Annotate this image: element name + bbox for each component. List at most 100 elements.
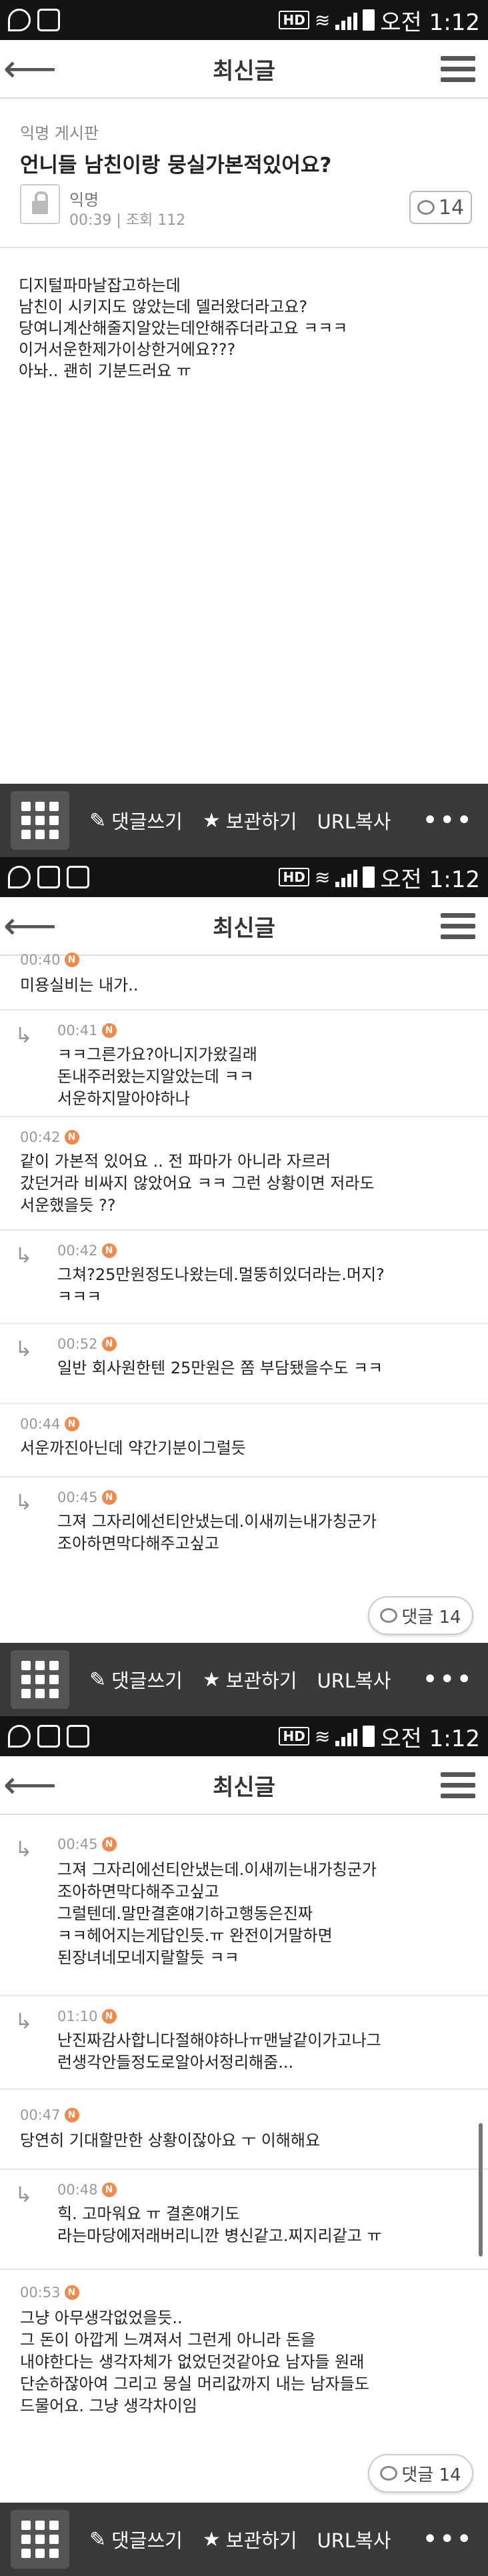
chat-bubble-icon bbox=[380, 1608, 398, 1623]
write-comment-button[interactable]: ✎ 댓글쓰기 bbox=[89, 1666, 183, 1694]
grid-icon[interactable] bbox=[11, 2510, 69, 2569]
hamburger-menu-icon[interactable] bbox=[428, 1756, 488, 1814]
comment-reply: ↳ 00:48 N 힉. 고마워요 ㅠ 결혼얘기도 라는마당에저래버리니깐 병신같… bbox=[0, 2170, 488, 2270]
new-badge: N bbox=[101, 1243, 117, 1258]
back-arrow-icon[interactable]: ⟵ bbox=[0, 39, 60, 98]
new-badge: N bbox=[64, 2108, 79, 2122]
comment-time: 00:41 N bbox=[57, 1023, 117, 1039]
back-arrow-icon[interactable]: ⟵ bbox=[0, 896, 60, 955]
star-icon: ★ bbox=[202, 808, 221, 832]
comment-item: 00:44 N 서운까진아닌데 약간기분이그럴듯 bbox=[0, 1404, 488, 1477]
comment-time: 00:42 N bbox=[20, 1129, 79, 1145]
status-bar: HD ≋ 오전 1:12 bbox=[0, 0, 488, 40]
comment-text: 서운까진아닌데 약간기분이그럴듯 bbox=[20, 1439, 246, 1457]
new-badge: N bbox=[101, 2009, 117, 2024]
comment-time: 01:10 N bbox=[57, 2008, 117, 2024]
url-copy-button[interactable]: URL복사 bbox=[317, 806, 391, 834]
more-options-icon[interactable]: ••• bbox=[422, 1664, 473, 1695]
comment-time: 00:44 N bbox=[20, 1416, 79, 1432]
comment-item: 00:53 N 그냥 아무생각없었을듯.. 그 돈이 아깝게 느껴져서 그런게 아… bbox=[0, 2270, 488, 2443]
grid-icon[interactable] bbox=[11, 1650, 69, 1709]
app-bar: ⟵ 최신글 bbox=[0, 40, 488, 99]
mail-icon bbox=[37, 9, 60, 31]
comment-time: 00:47 N bbox=[20, 2107, 79, 2123]
status-bar: HD ≋ 오전 1:12 bbox=[0, 1716, 488, 1756]
bookmark-button[interactable]: ★ 보관하기 bbox=[203, 806, 297, 834]
page-title: 최신글 bbox=[213, 1774, 275, 1801]
scrollbar-thumb[interactable] bbox=[479, 2123, 483, 2257]
clock: 오전 1:12 bbox=[380, 1725, 480, 1752]
write-comment-button[interactable]: ✎ 댓글쓰기 bbox=[89, 806, 183, 834]
divider bbox=[0, 247, 488, 248]
comment-item: 00:47 N 당연히 기대할만한 상황이잖아요 ㅜ 이해해요 bbox=[0, 2090, 488, 2170]
more-options-icon[interactable]: ••• bbox=[422, 2524, 473, 2555]
battery-icon bbox=[363, 1726, 375, 1747]
pencil-icon: ✎ bbox=[89, 2527, 107, 2551]
screenshot-1: HD ≋ 오전 1:12 ⟵ 최신글 익명 게시판 언니들 남친이랑 뭉실가본적… bbox=[0, 0, 488, 857]
reply-arrow-icon: ↳ bbox=[15, 1336, 33, 1361]
signal-icon bbox=[335, 1726, 358, 1746]
app-bar: ⟵ 최신글 bbox=[0, 897, 488, 956]
reply-arrow-icon: ↳ bbox=[15, 2182, 33, 2207]
comment-item: 00:40 N 미용실비는 내가.. bbox=[0, 952, 488, 1011]
wifi-icon: ≋ bbox=[314, 866, 331, 888]
comment-time: 00:42 N bbox=[57, 1243, 117, 1259]
back-arrow-icon[interactable]: ⟵ bbox=[0, 1756, 60, 1814]
comment-reply: ↳ 00:42 N 그쳐?25만원정도나왔는데.멀뚱히있더라는.머지? ㅋㅋㅋ bbox=[0, 1231, 488, 1324]
comment-count-button[interactable]: 14 bbox=[409, 191, 472, 224]
post-title: 언니들 남친이랑 뭉실가본적있어요? bbox=[20, 153, 332, 177]
battery-icon bbox=[363, 9, 375, 31]
mail-icon bbox=[67, 1725, 89, 1748]
g-app-icon bbox=[8, 1725, 31, 1748]
comment-text: 난진짜감사합니다절해야하나ㅠ맨날같이가고나그 런생각안들정도로알아서정리해줌..… bbox=[57, 2031, 381, 2072]
bookmark-button[interactable]: ★ 보관하기 bbox=[203, 2525, 297, 2553]
clock: 오전 1:12 bbox=[380, 9, 480, 36]
app-bar: ⟵ 최신글 bbox=[0, 1756, 488, 1815]
pencil-icon: ✎ bbox=[89, 1668, 107, 1692]
g-app-icon bbox=[8, 9, 31, 31]
hamburger-menu-icon[interactable] bbox=[428, 896, 488, 955]
chat-bubble-icon bbox=[417, 200, 435, 215]
write-comment-button[interactable]: ✎ 댓글쓰기 bbox=[89, 2525, 183, 2553]
grid-icon[interactable] bbox=[11, 791, 69, 850]
mail-icon bbox=[67, 866, 89, 888]
url-copy-button[interactable]: URL복사 bbox=[317, 1666, 391, 1694]
post-author: 익명 bbox=[69, 191, 99, 209]
comment-time: 00:52 N bbox=[57, 1336, 117, 1352]
comment-count-float-button[interactable]: 댓글 14 bbox=[368, 1596, 473, 1635]
comment-count-float-button[interactable]: 댓글 14 bbox=[368, 2454, 473, 2493]
comment-reply: ↳ 00:41 N ㅋㅋ그른가요?아니지가왔길래 돈내주러왔는지알았는데 ㅋㅋ 서… bbox=[0, 1011, 488, 1117]
status-bar: HD ≋ 오전 1:12 bbox=[0, 857, 488, 897]
screenshot-3: HD ≋ 오전 1:12 ⟵ 최신글 ↳ 00:45 N 그져 그자리에선티안냈는… bbox=[0, 1716, 488, 2576]
comment-text: 일반 회사원한텐 25만원은 쫌 부담됐을수도 ㅋㅋ bbox=[57, 1359, 383, 1377]
comment-time: 00:45 N bbox=[57, 1489, 117, 1505]
comment-text: 같이 가본적 있어요 .. 전 파마가 아니라 자르러 갔던거라 비싸지 않았어… bbox=[20, 1152, 375, 1215]
reply-arrow-icon: ↳ bbox=[15, 1489, 33, 1515]
battery-icon bbox=[363, 866, 375, 888]
board-name[interactable]: 익명 게시판 bbox=[20, 120, 99, 143]
comment-text: 그져 그자리에선티안냈는데.이새끼는내가칭군가 조아하면막다해주고싶고 bbox=[57, 1512, 377, 1553]
reply-arrow-icon: ↳ bbox=[15, 1023, 33, 1048]
hamburger-menu-icon[interactable] bbox=[428, 39, 488, 98]
comment-time: 00:53 N bbox=[20, 2285, 79, 2301]
screenshot-2: HD ≋ 오전 1:12 ⟵ 최신글 00:40 N 미용실비는 내가.. ↳ 0… bbox=[0, 857, 488, 1716]
bookmark-button[interactable]: ★ 보관하기 bbox=[203, 1666, 297, 1694]
comment-count: 14 bbox=[438, 195, 465, 219]
more-options-icon[interactable]: ••• bbox=[422, 805, 473, 836]
signal-icon bbox=[335, 867, 358, 887]
post-meta: 00:39 | 조회 112 bbox=[69, 212, 186, 229]
hd-icon: HD bbox=[279, 1727, 309, 1746]
chat-bubble-icon bbox=[380, 2466, 398, 2481]
bottom-toolbar: ✎ 댓글쓰기 ★ 보관하기 URL복사 ••• bbox=[0, 2503, 488, 2576]
star-icon: ★ bbox=[202, 1668, 221, 1692]
clock: 오전 1:12 bbox=[380, 866, 480, 893]
comment-reply: ↳ 00:52 N 일반 회사원한텐 25만원은 쫌 부담됐을수도 ㅋㅋ bbox=[0, 1324, 488, 1404]
lock-icon bbox=[20, 184, 60, 224]
comment-time: 00:48 N bbox=[57, 2182, 117, 2198]
new-badge: N bbox=[101, 2182, 117, 2197]
url-copy-button[interactable]: URL복사 bbox=[317, 2525, 391, 2553]
new-badge: N bbox=[101, 1837, 117, 1852]
post-views: 조회 112 bbox=[125, 212, 186, 229]
new-badge: N bbox=[64, 1417, 79, 1431]
page-title: 최신글 bbox=[213, 914, 275, 942]
